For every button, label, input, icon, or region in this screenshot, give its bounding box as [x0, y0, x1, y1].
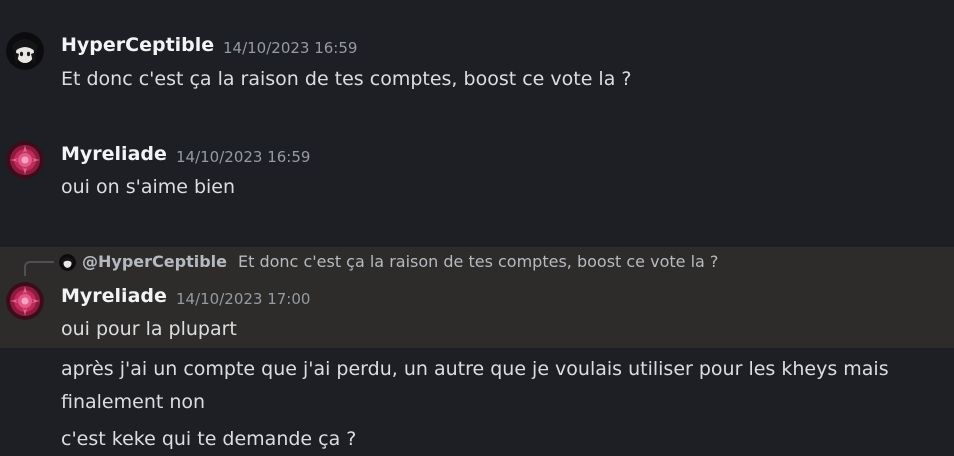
- message-text: oui on s'aime bien: [61, 176, 236, 198]
- chat-message-list: HyperCeptible 14/10/2023 16:59 Et donc c…: [0, 0, 954, 456]
- message-text: oui pour la plupart: [61, 318, 237, 340]
- reply-preview-text[interactable]: Et donc c'est ça la raison de tes compte…: [238, 252, 718, 271]
- message-text-line: après j'ai un compte que j'ai perdu, un …: [61, 358, 889, 380]
- avatar[interactable]: [6, 141, 44, 179]
- message-text: c'est keke qui te demande ça ?: [61, 428, 357, 450]
- message-timestamp: 14/10/2023 17:00: [176, 290, 311, 308]
- avatar[interactable]: [6, 282, 44, 320]
- message-author[interactable]: HyperCeptible: [61, 34, 214, 56]
- message-timestamp: 14/10/2023 16:59: [176, 148, 311, 166]
- message-author[interactable]: Myreliade: [61, 143, 167, 165]
- avatar[interactable]: [6, 32, 44, 70]
- reply-connector: [24, 261, 54, 276]
- avatar-flower-icon: [6, 282, 44, 320]
- avatar-hyperceptible-icon: [59, 254, 76, 271]
- reply-avatar[interactable]: [59, 254, 76, 271]
- message-text: Et donc c'est ça la raison de tes compte…: [61, 68, 632, 90]
- avatar-hyperceptible-icon: [6, 32, 44, 70]
- message-author[interactable]: Myreliade: [61, 285, 167, 307]
- avatar-flower-icon: [6, 141, 44, 179]
- message-timestamp: 14/10/2023 16:59: [223, 39, 358, 57]
- message-text-line: finalement non: [61, 391, 206, 413]
- reply-mention[interactable]: @HyperCeptible: [82, 252, 227, 271]
